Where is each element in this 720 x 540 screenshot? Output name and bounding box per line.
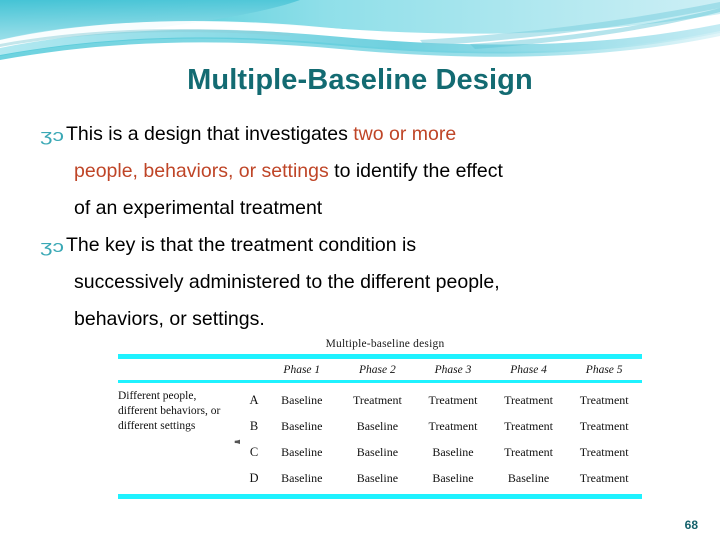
slide-header-decoration <box>0 0 720 72</box>
column-header-phase-1: Phase 1 <box>283 364 321 376</box>
slide-body: ʒɔ This is a design that investigates tw… <box>36 116 676 338</box>
stub-cell <box>118 439 228 465</box>
cell: Treatment <box>579 471 629 485</box>
column-header-phase-3: Phase 3 <box>434 364 472 376</box>
cell: Treatment <box>579 393 629 407</box>
cell: Baseline <box>281 471 323 485</box>
cell: Treatment <box>428 393 478 407</box>
column-header-phase-4: Phase 4 <box>510 364 547 376</box>
bullet-1-line-2: people, behaviors, or settings to identi… <box>74 160 503 182</box>
row-id: D <box>249 471 259 485</box>
bullet-text: This is a design that investigates <box>66 123 354 145</box>
cell: Baseline <box>281 445 323 459</box>
cell: Baseline <box>356 419 399 433</box>
row-group-label: Different people, different behaviors, o… <box>118 390 221 432</box>
row-id: B <box>249 419 259 433</box>
cell: Baseline <box>356 445 399 459</box>
cell: Treatment <box>504 393 554 407</box>
cell: Baseline <box>507 471 550 485</box>
bullet-2-line-2-row: successively administered to the differe… <box>36 264 676 301</box>
cell: Treatment <box>579 419 629 433</box>
cell: Baseline <box>356 471 399 485</box>
cell: Treatment <box>579 445 629 459</box>
row-id: C <box>249 445 259 459</box>
brace-spacer <box>228 364 244 376</box>
row-group-brace-icon: { <box>226 387 240 487</box>
figure-table-body: Different people, different behaviors, o… <box>118 383 642 494</box>
bullet-text-highlight: people, behaviors, or settings <box>74 160 329 182</box>
bullet-2-line-3-row: behaviors, or settings. <box>36 301 676 338</box>
column-header-phase-2: Phase 2 <box>359 364 396 376</box>
multiple-baseline-design-figure: Multiple-baseline design Phase 1 Phase 2… <box>118 338 642 499</box>
figure-column-headers: Phase 1 Phase 2 Phase 3 Phase 4 Phase 5 <box>118 359 642 380</box>
cell: Treatment <box>504 445 554 459</box>
bullet-2-line-1: The key is that the treatment condition … <box>66 234 417 256</box>
column-header-phase-5: Phase 5 <box>585 364 623 376</box>
bullet-glyph-icon: ʒɔ <box>40 126 64 145</box>
stub-header-spacer <box>118 364 228 376</box>
bullet-glyph-icon: ʒɔ <box>40 237 64 256</box>
cell: Treatment <box>352 393 402 407</box>
table-row: D Baseline Baseline Baseline Baseline Tr… <box>118 465 642 491</box>
page-title: Multiple-Baseline Design <box>187 64 533 96</box>
figure-rule-bottom <box>118 494 642 499</box>
bullet-1-line-3-row: of an experimental treatment <box>36 190 676 227</box>
bullet-text: to identify the effect <box>328 160 503 182</box>
cell: Treatment <box>428 419 478 433</box>
cell: Treatment <box>504 419 554 433</box>
bullet-2-line-3: behaviors, or settings. <box>74 308 265 330</box>
bullet-text-highlight: two or more <box>353 123 457 145</box>
page-number: 68 <box>684 518 698 532</box>
cell: Baseline <box>432 471 474 485</box>
bullet-1-line-2-row: people, behaviors, or settings to identi… <box>36 153 676 190</box>
bullet-item-2: ʒɔ The key is that the treatment conditi… <box>36 227 676 264</box>
stub-cell <box>118 465 228 491</box>
cell: Baseline <box>281 393 323 407</box>
id-header-spacer <box>244 364 264 376</box>
bullet-1-line-3: of an experimental treatment <box>74 197 323 219</box>
row-id: A <box>249 393 259 407</box>
bullet-item-1: ʒɔ This is a design that investigates tw… <box>36 116 676 153</box>
cell: Baseline <box>432 445 474 459</box>
table-row: C Baseline Baseline Baseline Treatment T… <box>118 439 642 465</box>
bullet-2-line-2: successively administered to the differe… <box>74 271 500 293</box>
cell: Baseline <box>281 419 323 433</box>
figure-caption: Multiple-baseline design <box>325 338 445 350</box>
bullet-1-line-1: This is a design that investigates two o… <box>66 123 456 145</box>
